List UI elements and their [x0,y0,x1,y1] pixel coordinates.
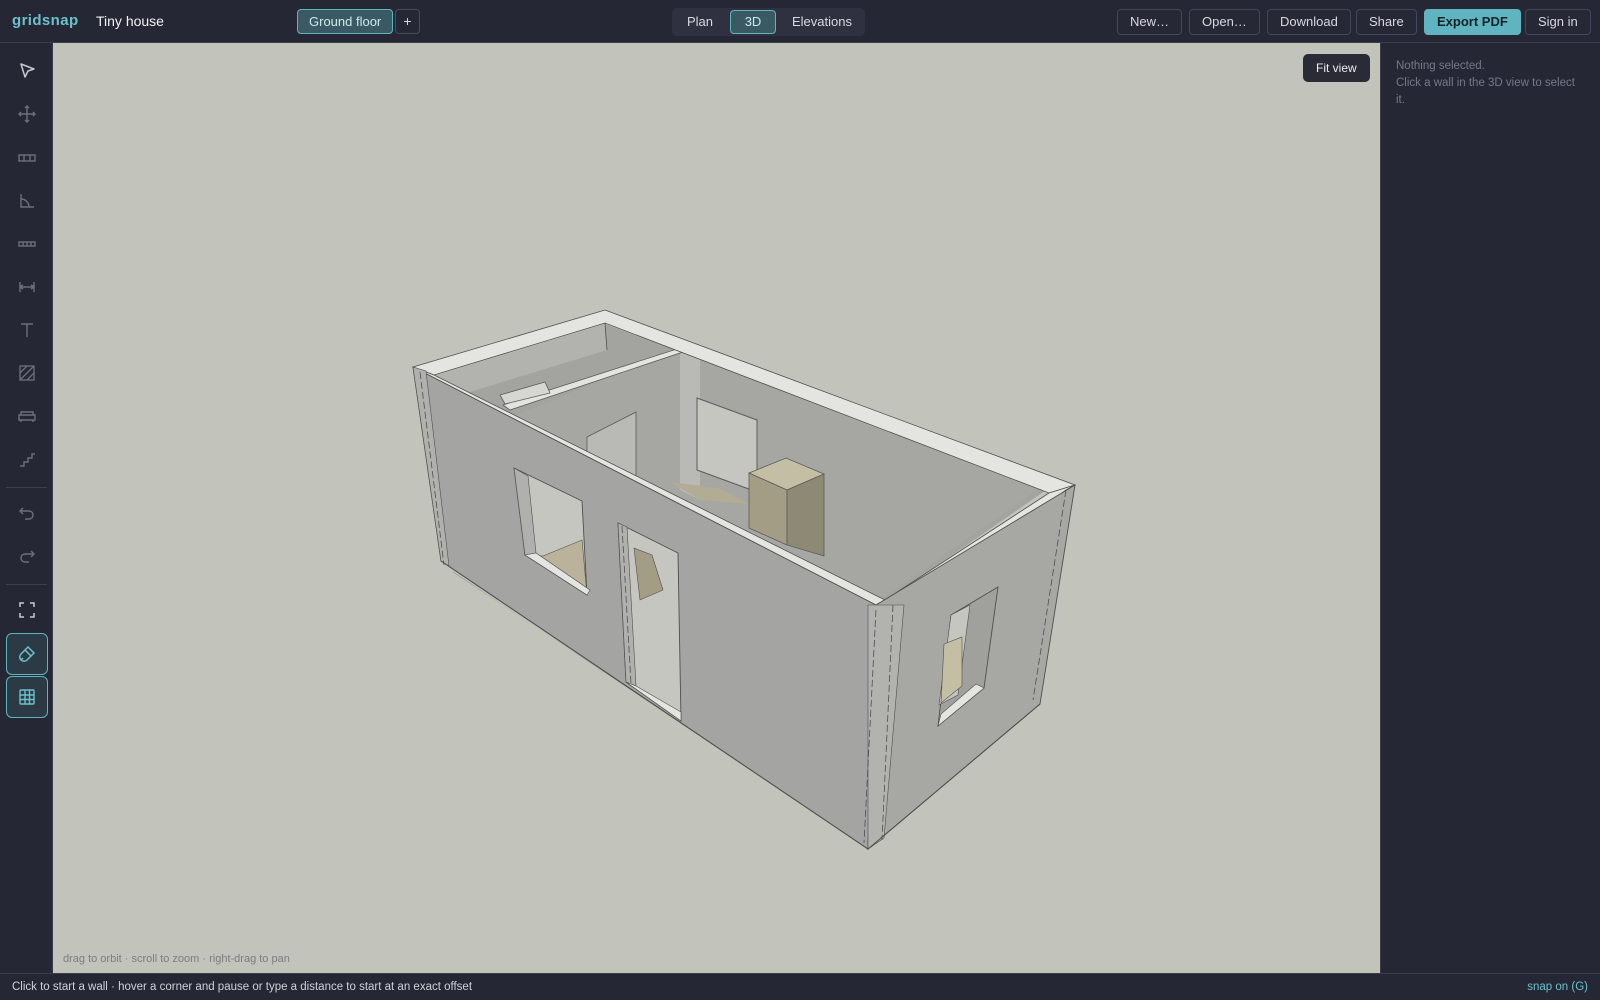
tool-furniture[interactable] [6,395,48,437]
grid-icon [19,689,35,705]
tool-fit[interactable] [6,589,48,631]
3d-viewport[interactable]: Fit view drag to orbit · scroll to zoom … [53,43,1380,973]
tool-dimension[interactable] [6,266,48,308]
app-window: gridsnap Tiny house Ground floor + Plan … [0,0,1600,1000]
status-bar: Click to start a wall · hover a corner a… [0,973,1600,1000]
panel-empty-help: Click a wall in the 3D view to select it… [1396,77,1575,106]
properties-panel: Nothing selected. Click a wall in the 3D… [1380,43,1600,973]
dimension-icon [18,282,36,292]
wall-icon [18,154,36,162]
fullscreen-icon [19,602,35,618]
export-pdf-button[interactable]: Export PDF [1424,9,1521,35]
undo-icon [19,507,34,520]
viewport-hint: drag to orbit · scroll to zoom · right-d… [63,953,290,965]
tool-undo[interactable] [6,492,48,534]
redo-icon [20,550,35,563]
add-floor-button[interactable]: + [395,9,420,34]
tab-plan[interactable]: Plan [676,10,724,34]
tab-elevations[interactable]: Elevations [782,10,862,34]
status-message: Click to start a wall · hover a corner a… [12,981,473,993]
opening-icon [18,241,36,247]
fit-view-button[interactable]: Fit view [1303,54,1370,82]
share-button[interactable]: Share [1356,9,1417,35]
sofa-icon [18,411,36,422]
angle-icon [20,194,34,208]
tool-sidebar [0,43,53,973]
top-bar: gridsnap Tiny house Ground floor + Plan … [0,0,1600,43]
panel-empty-title: Nothing selected. [1396,60,1485,72]
tool-wall[interactable] [6,137,48,179]
tool-move[interactable] [6,93,48,135]
tool-redo[interactable] [6,535,48,577]
view-switcher: Plan 3D Elevations [672,8,865,36]
project-title[interactable]: Tiny house [96,13,164,29]
tool-snap-toggle[interactable] [6,633,48,675]
stairs-icon [20,453,35,467]
tab-3d[interactable]: 3D [730,10,776,34]
tool-select[interactable] [6,50,48,92]
tool-opening[interactable] [6,223,48,265]
text-icon [21,323,33,337]
move-icon [18,105,36,123]
toolbar-divider [6,584,47,585]
tool-grid-toggle[interactable] [6,676,48,718]
snap-status[interactable]: snap on (G) [1527,981,1588,993]
tool-angle[interactable] [6,180,48,222]
app-logo[interactable]: gridsnap [12,12,79,29]
magnet-icon [19,645,36,662]
hatch-icon [19,365,35,381]
new-button[interactable]: New… [1117,9,1183,35]
sign-in-button[interactable]: Sign in [1525,9,1591,35]
toolbar-divider [6,487,47,488]
house-3d-model[interactable] [53,43,1380,973]
cursor-icon [20,63,35,78]
download-button[interactable]: Download [1267,9,1351,35]
floor-selector-button[interactable]: Ground floor [297,9,394,34]
tool-text[interactable] [6,309,48,351]
open-button[interactable]: Open… [1189,9,1260,35]
tool-stairs[interactable] [6,438,48,480]
tool-hatch[interactable] [6,352,48,394]
